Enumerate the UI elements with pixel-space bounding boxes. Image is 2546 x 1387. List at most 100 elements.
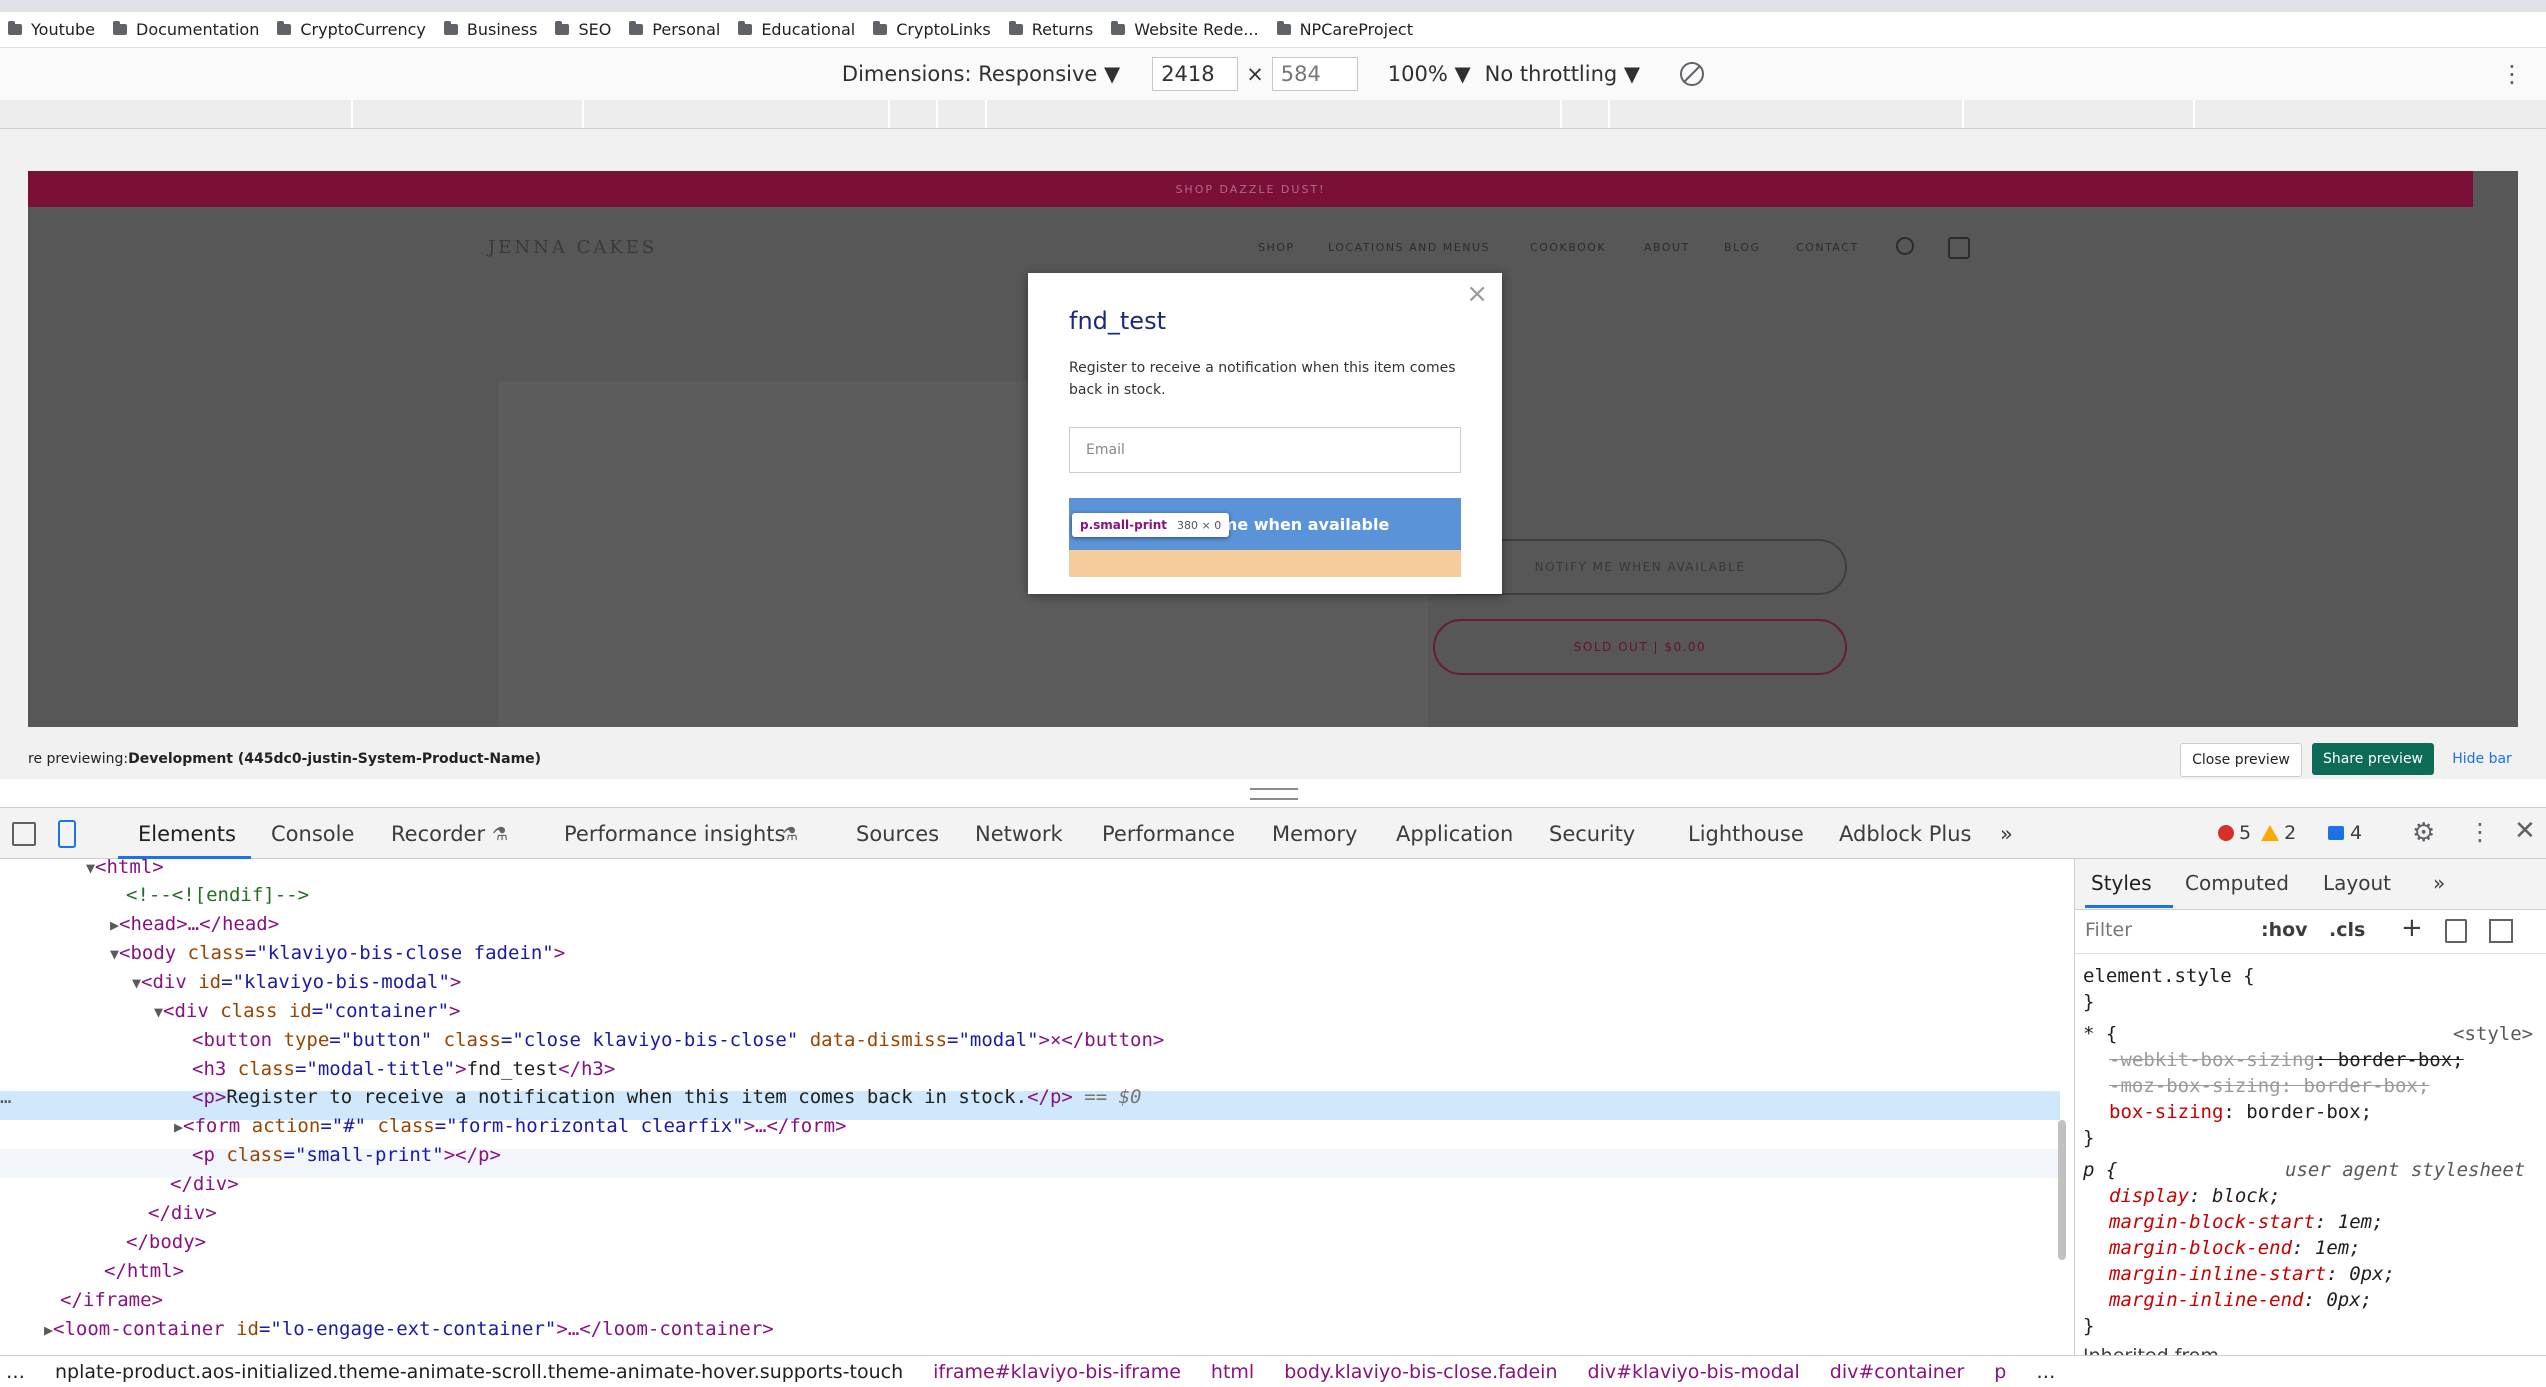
rule-universal[interactable]: * {: [2083, 1021, 2117, 1047]
tree-node-form[interactable]: ▶<form action="#" class="form-horizontal…: [174, 1112, 847, 1141]
tree-node-container-div[interactable]: ▼<div class id="container">: [154, 997, 460, 1026]
cls-toggle[interactable]: .cls: [2329, 919, 2365, 941]
tree-close-div[interactable]: </div>: [148, 1199, 217, 1228]
tab-computed[interactable]: Computed: [2185, 871, 2289, 895]
resize-handle[interactable]: [1250, 788, 1298, 800]
tab-performance-insights[interactable]: Performance insights: [564, 822, 785, 846]
rule-p[interactable]: p {: [2083, 1157, 2117, 1183]
tree-node-h3[interactable]: <h3 class="modal-title">fnd_test</h3>: [192, 1055, 615, 1084]
cart-icon[interactable]: [1948, 237, 1970, 259]
gear-icon[interactable]: ⚙: [2412, 818, 2435, 848]
tree-close-body[interactable]: </body>: [126, 1228, 206, 1257]
rule-source-style[interactable]: <style>: [2453, 1021, 2533, 1047]
tree-node-p-selected[interactable]: <p>Register to receive a notification wh…: [192, 1083, 1141, 1112]
hide-bar-link[interactable]: Hide bar: [2446, 743, 2518, 775]
bookmark-personal[interactable]: Personal: [629, 20, 720, 39]
close-devtools-icon[interactable]: ✕: [2514, 816, 2536, 846]
bookmark-website-rede[interactable]: Website Rede...: [1111, 20, 1259, 39]
breadcrumb-overflow[interactable]: …: [2036, 1361, 2055, 1383]
add-rule-icon[interactable]: +: [2401, 913, 2423, 943]
inspect-element-icon[interactable]: [12, 822, 36, 846]
decl-webkit-box-sizing[interactable]: -webkit-box-sizing: border-box;: [2109, 1047, 2464, 1073]
breadcrumb-item[interactable]: iframe#klaviyo-bis-iframe: [933, 1361, 1181, 1383]
hov-toggle[interactable]: :hov: [2261, 919, 2308, 941]
decl-box-sizing[interactable]: box-sizing: border-box;: [2109, 1099, 2372, 1125]
bookmark-returns[interactable]: Returns: [1008, 20, 1093, 39]
tree-node-modal-div[interactable]: ▼<div id="klaviyo-bis-modal">: [132, 968, 461, 997]
close-preview-button[interactable]: Close preview: [2180, 743, 2302, 777]
bookmark-educational[interactable]: Educational: [738, 20, 855, 39]
elements-scrollbar[interactable]: [2058, 1120, 2066, 1260]
tab-adblock-plus[interactable]: Adblock Plus: [1839, 822, 1971, 846]
bookmark-npcareproject[interactable]: NPCareProject: [1276, 20, 1413, 39]
breadcrumb-item[interactable]: html: [1211, 1361, 1254, 1383]
node-options-ellipsis[interactable]: …: [0, 1083, 11, 1112]
tree-node-head[interactable]: ▶<head>…</head>: [110, 910, 279, 939]
tree-node-loom-container[interactable]: ▶<loom-container id="lo-engage-ext-conta…: [44, 1315, 774, 1344]
tree-close-html[interactable]: </html>: [104, 1257, 184, 1286]
nav-locations[interactable]: LOCATIONS AND MENUS: [1328, 241, 1490, 254]
media-query-ruler[interactable]: [0, 100, 2546, 129]
share-preview-button[interactable]: Share preview: [2312, 743, 2434, 775]
nav-about[interactable]: ABOUT: [1644, 241, 1690, 254]
tab-console[interactable]: Console: [271, 822, 354, 846]
more-options-icon[interactable]: ⋮: [2500, 60, 2524, 88]
dimensions-dropdown[interactable]: Dimensions: Responsive ▼: [842, 62, 1120, 86]
error-badge[interactable]: 5 2: [2218, 820, 2296, 846]
bookmark-business[interactable]: Business: [443, 20, 537, 39]
tree-close-iframe[interactable]: </iframe>: [60, 1286, 163, 1315]
breadcrumb-item[interactable]: body.klaviyo-bis-close.fadein: [1284, 1361, 1557, 1383]
tab-network[interactable]: Network: [975, 822, 1063, 846]
bookmark-cryptocurrency[interactable]: CryptoCurrency: [277, 20, 426, 39]
tree-node-body[interactable]: ▼<body class="klaviyo-bis-close fadein">: [110, 939, 565, 968]
styles-filter-input[interactable]: Filter: [2085, 919, 2132, 941]
tree-node-comment[interactable]: <!--<![endif]-->: [126, 881, 309, 910]
height-input[interactable]: 584: [1271, 57, 1358, 91]
toggle-sidebar-icon[interactable]: [2489, 919, 2513, 943]
tree-node-html[interactable]: ▼<html>: [86, 859, 164, 882]
kebab-menu-icon[interactable]: ⋮: [2468, 818, 2492, 846]
site-logo[interactable]: JENNA CAKES: [488, 237, 657, 258]
tree-node-button[interactable]: <button type="button" class="close klavi…: [192, 1026, 1164, 1055]
throttling-dropdown[interactable]: No throttling ▼: [1485, 62, 1640, 86]
tab-memory[interactable]: Memory: [1272, 822, 1357, 846]
decl-moz-box-sizing[interactable]: -moz-box-sizing: border-box;: [2109, 1073, 2429, 1099]
nav-contact[interactable]: CONTACT: [1796, 241, 1859, 254]
tab-sources[interactable]: Sources: [856, 822, 939, 846]
tab-application[interactable]: Application: [1396, 822, 1513, 846]
messages-badge[interactable]: 4: [2328, 820, 2362, 846]
promo-bar[interactable]: SHOP DAZZLE DUST!: [28, 171, 2473, 207]
elements-tree[interactable]: ▼<html> <!--<![endif]--> ▶<head>…</head>…: [0, 859, 2060, 1355]
close-icon[interactable]: ×: [1466, 279, 1488, 309]
tab-security[interactable]: Security: [1549, 822, 1635, 846]
bookmark-seo[interactable]: SEO: [555, 20, 611, 39]
more-tabs-button[interactable]: »: [2000, 822, 2013, 846]
nav-cookbook[interactable]: COOKBOOK: [1530, 241, 1606, 254]
breadcrumb-item-selected[interactable]: p: [1994, 1361, 2006, 1383]
email-input[interactable]: Email: [1069, 427, 1461, 473]
tab-performance[interactable]: Performance: [1102, 822, 1235, 846]
zoom-dropdown[interactable]: 100% ▼: [1388, 62, 1471, 86]
nav-blog[interactable]: BLOG: [1724, 241, 1760, 254]
sold-out-button-bg[interactable]: SOLD OUT | $0.00: [1433, 619, 1847, 675]
tree-close-div[interactable]: </div>: [170, 1170, 239, 1199]
tab-elements[interactable]: Elements: [138, 822, 236, 846]
tree-node-p-small-print[interactable]: <p class="small-print"></p>: [192, 1141, 501, 1170]
bookmark-cryptolinks[interactable]: CryptoLinks: [873, 20, 991, 39]
device-toggle-icon[interactable]: [58, 820, 76, 848]
bookmark-youtube[interactable]: Youtube: [8, 20, 95, 39]
width-input[interactable]: 2418: [1152, 57, 1239, 91]
styles-more-button[interactable]: »: [2433, 871, 2445, 895]
breadcrumb-item[interactable]: div#container: [1830, 1361, 1965, 1383]
bookmark-documentation[interactable]: Documentation: [113, 20, 259, 39]
search-icon[interactable]: [1896, 237, 1914, 255]
breadcrumb-item[interactable]: nplate-product.aos-initialized.theme-ani…: [55, 1361, 903, 1383]
breadcrumb-item[interactable]: div#klaviyo-bis-modal: [1588, 1361, 1800, 1383]
tab-layout[interactable]: Layout: [2323, 871, 2391, 895]
tab-recorder[interactable]: Recorder: [391, 822, 485, 846]
tab-styles[interactable]: Styles: [2091, 871, 2152, 895]
tab-lighthouse[interactable]: Lighthouse: [1688, 822, 1804, 846]
nav-shop[interactable]: SHOP: [1258, 241, 1295, 254]
rotate-icon[interactable]: [1680, 62, 1705, 86]
paint-bucket-icon[interactable]: [2445, 919, 2467, 943]
